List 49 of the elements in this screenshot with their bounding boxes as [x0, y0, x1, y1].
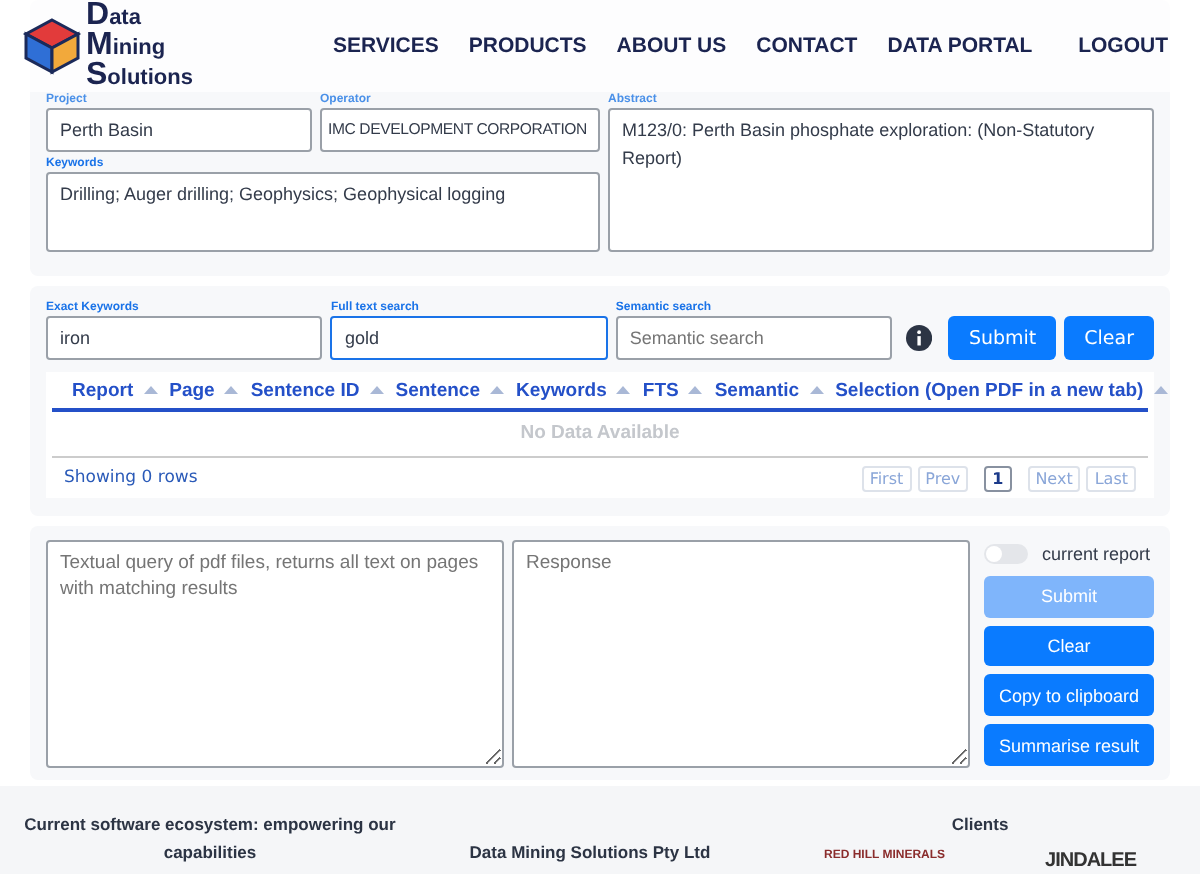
sort-icon [143, 386, 158, 394]
toggle-label: current report [1042, 543, 1151, 564]
nav-link[interactable]: PRODUCTS [468, 34, 587, 58]
action-button[interactable]: Copy to clipboard [984, 674, 1154, 717]
column-header[interactable]: Keywords [515, 379, 631, 401]
column-header[interactable]: Sentence [395, 379, 504, 401]
query-field[interactable]: Textual query of pdf files, returns all text on pages with matching results [46, 540, 504, 768]
nav-link[interactable]: SERVICES [332, 34, 439, 58]
sort-icon [809, 386, 824, 394]
column-header[interactable]: Page [169, 379, 239, 401]
response-field[interactable]: Response [512, 540, 970, 768]
nav-link[interactable]: CONTACT [756, 34, 858, 58]
client-logo: JINDALEE [1045, 850, 1136, 872]
info-icon[interactable] [906, 324, 933, 352]
toggle-switch[interactable] [984, 543, 1028, 564]
action-button[interactable]: Clear [984, 625, 1154, 667]
text-area[interactable]: Drilling; Auger drilling; Geophysics; Geophysical logging [46, 172, 600, 252]
nav-link[interactable]: ABOUT US [616, 34, 727, 58]
submit-button[interactable]: Submit [948, 316, 1057, 360]
clear-button[interactable]: Clear [1064, 316, 1155, 360]
footer-heading: Current software ecosystem: empowering our capabilities [22, 812, 398, 866]
text-area[interactable]: M123/0: Perth Basin phosphate exploration: (Non-Statutory Report) [608, 108, 1154, 252]
logo-word: Solutions [86, 61, 193, 91]
logo-word: Data [86, 1, 143, 31]
empty-message: No Data Available [52, 412, 1148, 458]
row-count: Showing 0 rows [64, 468, 198, 488]
column-header[interactable]: Sentence ID [250, 379, 384, 401]
logout-link[interactable]: LOGOUT [1078, 34, 1168, 58]
sort-icon [369, 386, 384, 394]
page-button[interactable]: 1 [984, 465, 1012, 491]
action-button[interactable]: Summarise result [984, 724, 1154, 766]
sort-icon [688, 386, 703, 394]
column-header[interactable]: FTS [642, 379, 703, 401]
search-field[interactable]: Semantic search [615, 316, 893, 360]
nav-link[interactable]: DATA PORTAL [887, 34, 1033, 58]
sort-icon [1153, 386, 1168, 394]
footer-heading: Clients [951, 812, 1009, 838]
search-field[interactable]: iron [46, 316, 323, 360]
column-header[interactable]: Selection (Open PDF in a new tab) [835, 379, 1168, 401]
sort-icon [224, 386, 239, 394]
logo-word: Mining [86, 31, 168, 61]
sort-icon [616, 386, 631, 394]
cube-logo-icon [22, 16, 82, 76]
search-field[interactable]: gold [330, 316, 608, 360]
sort-icon [489, 386, 504, 394]
column-header[interactable]: Semantic [714, 379, 824, 401]
column-header[interactable]: Report [72, 379, 158, 401]
company-name: Data Mining Solutions Pty Ltd [469, 840, 711, 866]
text-field[interactable]: Perth Basin [46, 108, 312, 152]
